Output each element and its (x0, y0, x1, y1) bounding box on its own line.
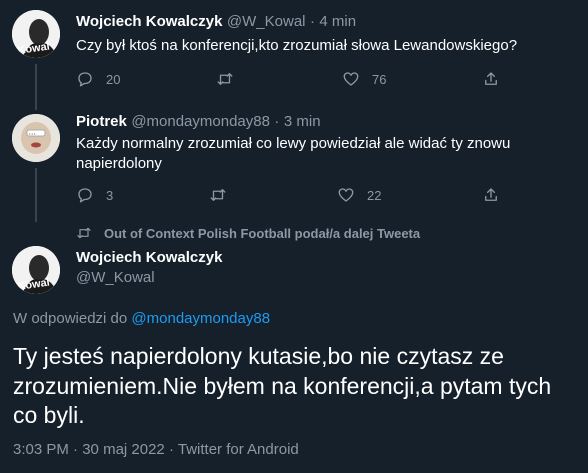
tweet-date[interactable]: 30 maj 2022 (82, 441, 165, 458)
author-name[interactable]: Wojciech Kowalczyk (76, 13, 222, 30)
main-tweet-text-line: zrozumieniem.Nie byłem na konferencji,a … (13, 373, 552, 399)
tweet-text-line: Każdy normalny zrozumiał co lewy powiedz… (76, 135, 511, 152)
separator: · (168, 441, 174, 458)
separator: · (309, 13, 315, 30)
reply-context: W odpowiedzi do @mondaymonday88 (13, 310, 270, 327)
reply-mention-link[interactable]: @mondaymonday88 (131, 310, 270, 327)
svg-text:• • •: • • • (29, 131, 36, 136)
avatar[interactable]: Kowal (12, 246, 60, 294)
thread-line (35, 168, 37, 222)
main-tweet-text-line: co byli. (13, 402, 85, 428)
author-handle[interactable]: @W_Kowal (227, 13, 306, 30)
reply-count: 3 (106, 187, 114, 203)
heart-icon (338, 188, 354, 202)
reply-button[interactable]: 20 (76, 70, 120, 88)
like-count: 76 (372, 71, 387, 87)
tweet-footer: 3:03 PM · 30 maj 2022 · Twitter for Andr… (13, 441, 299, 458)
author-handle[interactable]: @W_Kowal (76, 269, 155, 286)
main-tweet-text-line: Ty jesteś napierdolony kutasie,bo nie cz… (13, 343, 504, 369)
separator: · (73, 441, 79, 458)
separator: · (274, 113, 280, 130)
share-button[interactable] (482, 186, 500, 204)
author-handle[interactable]: @mondaymonday88 (131, 113, 270, 130)
avatar-photo-icon: Kowal (12, 10, 60, 58)
retweet-icon (217, 73, 233, 85)
avatar[interactable]: Kowal (12, 10, 60, 58)
like-button[interactable]: 76 (342, 70, 386, 88)
retweet-notice[interactable]: Out of Context Polish Football podał/a d… (76, 225, 420, 241)
share-icon (485, 72, 497, 85)
share-button[interactable] (482, 70, 500, 88)
tweet-source[interactable]: Twitter for Android (178, 441, 299, 458)
tweet-time[interactable]: 3 min (284, 113, 321, 130)
reply-icon (78, 188, 92, 203)
retweet-icon (77, 227, 91, 239)
like-count: 22 (367, 187, 382, 203)
avatar[interactable]: • • • (12, 114, 60, 162)
thread-line (35, 64, 37, 110)
tweet-text: Czy był ktoś na konferencji,kto zrozumia… (76, 37, 518, 54)
avatar-photo-icon: Kowal (12, 246, 60, 294)
reply-count: 20 (106, 71, 121, 87)
tweet-time[interactable]: 3:03 PM (13, 441, 69, 458)
retweet-icon (210, 189, 226, 201)
retweet-notice-text: Out of Context Polish Football podał/a d… (104, 225, 421, 241)
tweet-text-line: napierdolony (76, 155, 162, 172)
reply-icon (78, 72, 92, 87)
author-name[interactable]: Piotrek (76, 113, 127, 130)
tweet-header: Piotrek @mondaymonday88 · 3 min (76, 113, 321, 131)
like-button[interactable]: 22 (337, 186, 381, 204)
reply-button[interactable]: 3 (76, 186, 113, 204)
heart-icon (343, 72, 359, 86)
author-name[interactable]: Wojciech Kowalczyk (76, 249, 222, 266)
retweet-button[interactable] (216, 70, 234, 88)
reply-prefix: W odpowiedzi do (13, 310, 128, 327)
share-icon (485, 188, 497, 201)
tweet-header: Wojciech Kowalczyk @W_Kowal · 4 min (76, 13, 356, 31)
avatar-photo-icon: • • • (12, 114, 60, 162)
tweet-time[interactable]: 4 min (319, 13, 356, 30)
retweet-button[interactable] (209, 186, 227, 204)
